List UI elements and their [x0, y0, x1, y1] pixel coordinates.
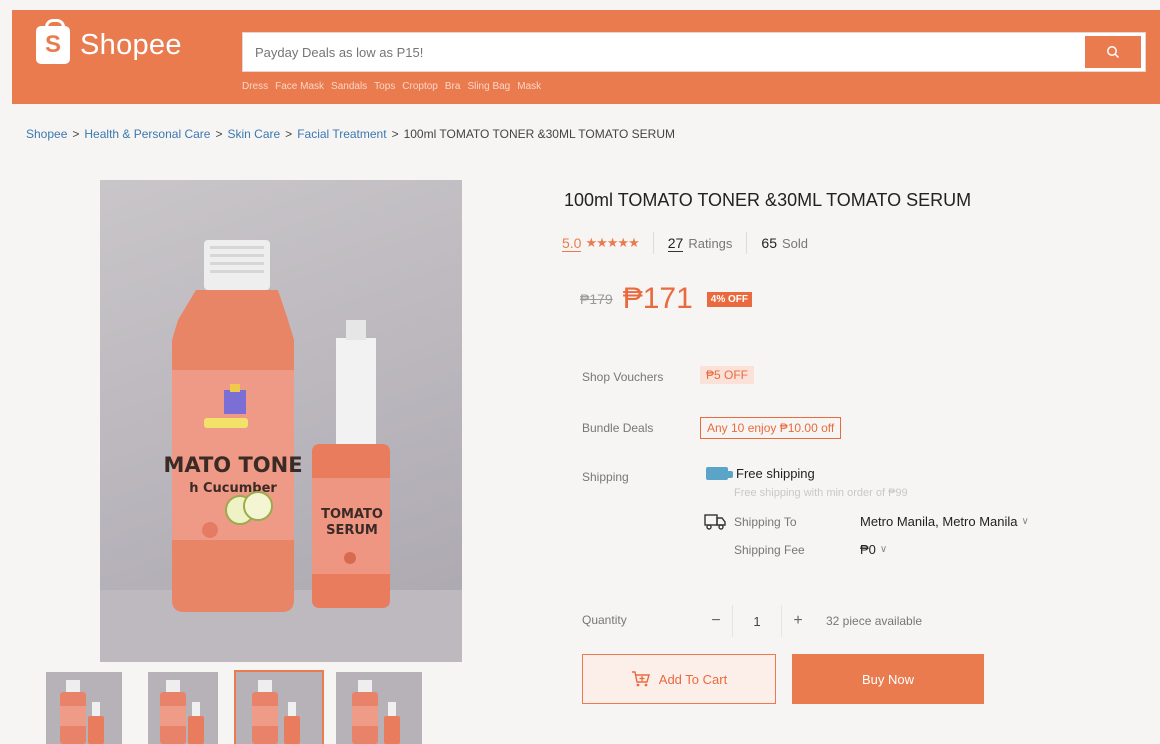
search-button[interactable] [1085, 36, 1141, 68]
breadcrumb-separator: > [215, 127, 223, 141]
quantity-increase-button[interactable]: + [782, 605, 814, 637]
breadcrumb-current: 100ml TOMATO TONER &30ML TOMATO SERUM [403, 127, 675, 141]
buy-now-label: Buy Now [861, 671, 915, 687]
buy-now-button[interactable]: Buy Now [792, 654, 984, 704]
shipping-to-select[interactable]: Metro Manila, Metro Manila ∨ [860, 514, 1029, 529]
shopee-logo[interactable]: S Shopee [36, 19, 182, 64]
breadcrumb-separator: > [285, 127, 293, 141]
hot-word-link[interactable]: Croptop [402, 81, 438, 92]
serum-label-line1: TOMATO [321, 507, 383, 522]
product-thumbnail[interactable] [336, 672, 422, 744]
stock-available: 32 piece available [826, 614, 923, 628]
shipping-fee-label: Shipping Fee [734, 543, 805, 557]
original-price: ₱179 [580, 291, 613, 307]
breadcrumb-separator: > [391, 127, 399, 141]
shipping-label: Shipping [582, 470, 629, 484]
product-thumbnail[interactable] [148, 672, 218, 744]
free-shipping: Free shipping [706, 466, 815, 481]
product-thumbnail-active[interactable] [234, 670, 324, 744]
add-to-cart-button[interactable]: Add To Cart [582, 654, 776, 704]
breadcrumb: Shopee > Health & Personal Care > Skin C… [26, 127, 675, 141]
hot-word-link[interactable]: Bra [445, 81, 461, 92]
rating-value[interactable]: 5.0 [562, 235, 582, 252]
hot-word-link[interactable]: Dress [242, 81, 268, 92]
chevron-down-icon: ∨ [1021, 516, 1029, 527]
search-icon [1107, 46, 1120, 59]
thumbnail-image [60, 680, 104, 744]
stats-divider [652, 232, 654, 254]
hot-words: Dress Face Mask Sandals Tops Croptop Bra… [242, 81, 541, 92]
ratings-count[interactable]: 27 [667, 235, 684, 252]
shipping-to-label: Shipping To [734, 515, 797, 529]
toner-label-line1: MATO TONE [163, 453, 302, 477]
quantity-decrease-button[interactable]: − [700, 605, 732, 637]
truck-icon [704, 514, 726, 530]
shipping-fee-value: ₱0 [860, 542, 876, 557]
free-shipping-title: Free shipping [736, 466, 815, 481]
free-shipping-icon [706, 467, 733, 480]
breadcrumb-link-health[interactable]: Health & Personal Care [84, 127, 210, 141]
bundle-deals-label: Bundle Deals [582, 421, 654, 435]
free-shipping-note: Free shipping with min order of ₱99 [734, 487, 908, 499]
price-row: ₱179 ₱171 4% OFF [580, 282, 753, 316]
sold-label: Sold [781, 235, 809, 251]
search-bar [242, 32, 1146, 72]
thumbnail-image [352, 680, 400, 744]
breadcrumb-link-skin-care[interactable]: Skin Care [227, 127, 280, 141]
breadcrumb-separator: > [72, 127, 80, 141]
cart-plus-icon [631, 671, 650, 687]
add-to-cart-label: Add To Cart [658, 671, 728, 687]
hot-word-link[interactable]: Tops [374, 81, 395, 92]
discount-badge: 4% OFF [706, 291, 753, 307]
ratings-label: Ratings [688, 235, 733, 251]
shipping-to-value: Metro Manila, Metro Manila [860, 514, 1018, 529]
product-title: 100ml TOMATO TONER &30ML TOMATO SERUM [564, 190, 972, 210]
shop-voucher-chip[interactable]: ₱5 OFF [700, 366, 755, 384]
quantity-input[interactable] [732, 605, 782, 637]
current-price: ₱171 [622, 282, 693, 315]
product-photo: MATO TONE h Cucumber TOMATO SERUM [100, 240, 462, 662]
chevron-down-icon: ∨ [879, 544, 888, 555]
hot-word-link[interactable]: Mask [517, 81, 541, 92]
search-input[interactable] [243, 33, 1085, 71]
quantity-label: Quantity [582, 613, 627, 627]
product-main-image[interactable]: MATO TONE h Cucumber TOMATO SERUM [100, 180, 462, 662]
header: S Shopee Dress Face Mask Sandals Tops Cr… [12, 10, 1160, 104]
hot-word-link[interactable]: Sling Bag [467, 81, 510, 92]
product-stats: 5.0 ★★★★★ 27 Ratings 65 Sold [562, 232, 808, 254]
stats-divider [746, 232, 748, 254]
thumbnail-image [160, 680, 204, 744]
star-rating-icon: ★★★★★ [585, 235, 639, 250]
shop-vouchers-label: Shop Vouchers [582, 370, 664, 384]
bundle-deal-chip[interactable]: Any 10 enjoy ₱10.00 off [700, 417, 842, 439]
shopping-bag-icon: S [36, 19, 70, 64]
breadcrumb-link-home[interactable]: Shopee [26, 127, 67, 141]
logo-text: Shopee [80, 28, 182, 61]
product-thumbnail[interactable] [46, 672, 122, 744]
sold-count: 65 [761, 235, 777, 251]
serum-label-line2: SERUM [326, 523, 378, 538]
hot-word-link[interactable]: Face Mask [275, 81, 324, 92]
thumbnail-image [252, 680, 300, 744]
breadcrumb-link-facial-treatment[interactable]: Facial Treatment [297, 127, 386, 141]
hot-word-link[interactable]: Sandals [331, 81, 367, 92]
quantity-stepper: − + 32 piece available [700, 605, 922, 637]
shipping-fee-select[interactable]: ₱0 ∨ [860, 542, 887, 557]
